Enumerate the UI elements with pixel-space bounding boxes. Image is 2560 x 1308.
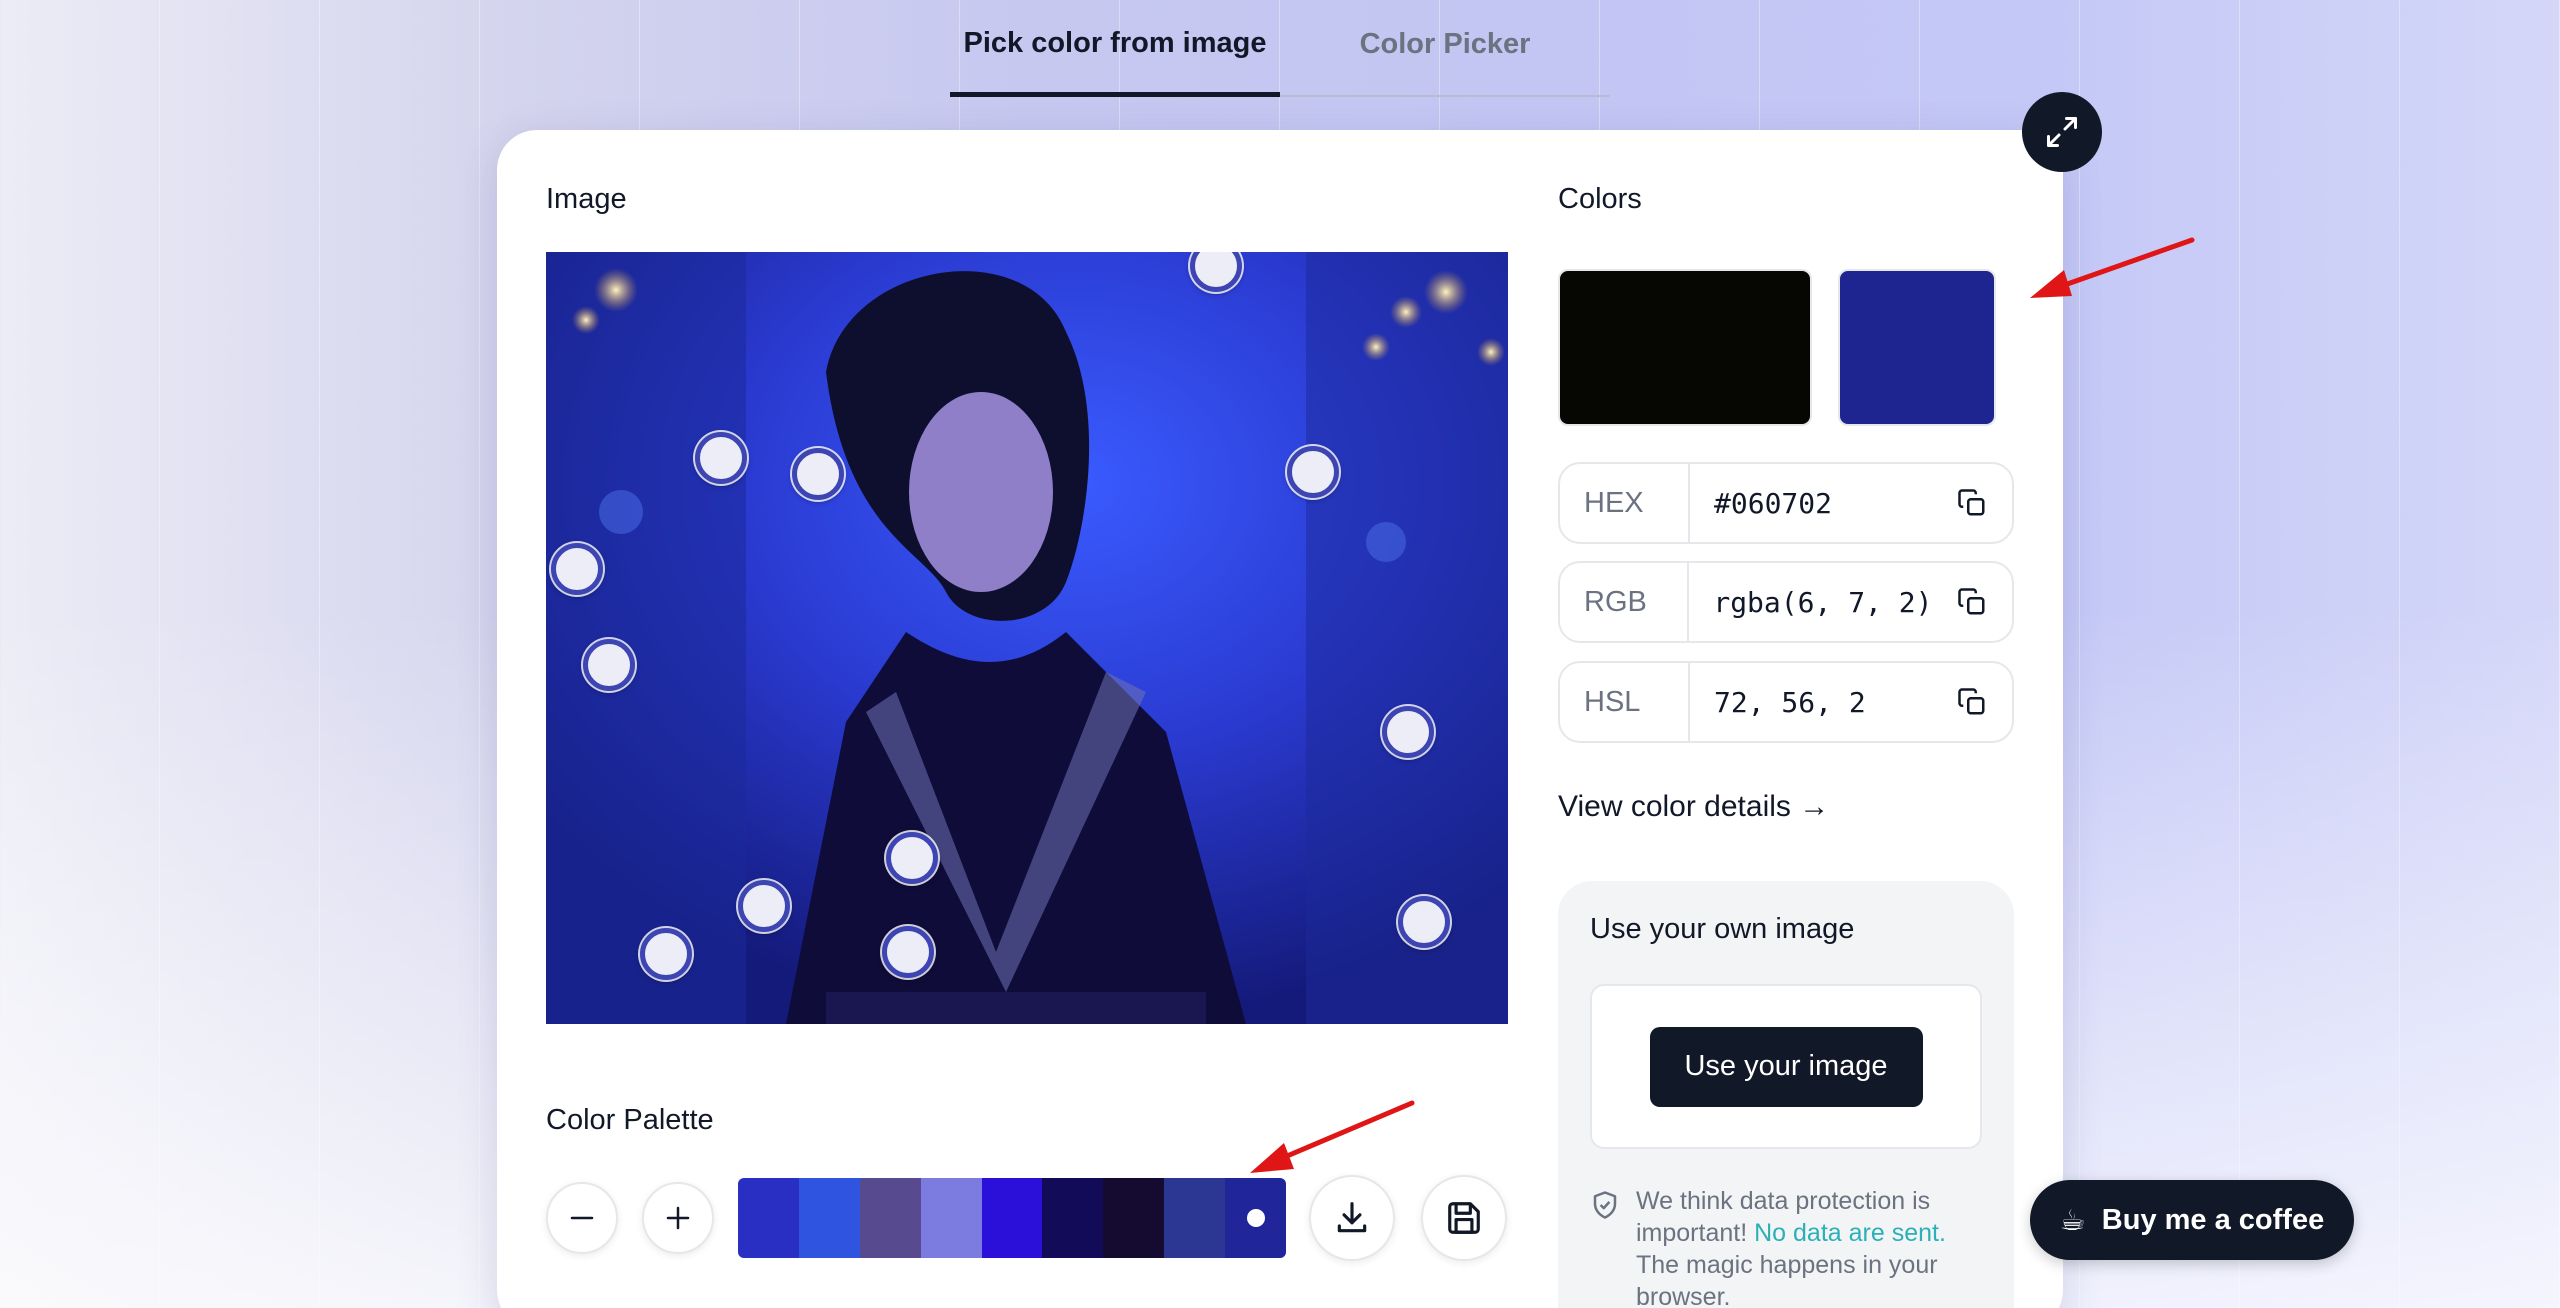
palette-swatch[interactable] (859, 1178, 921, 1258)
palette-swatch[interactable] (920, 1178, 982, 1258)
image-drop-zone[interactable]: Use your image (1590, 984, 1982, 1149)
coffee-icon: ☕ (2059, 1204, 2086, 1237)
copy-icon (1958, 588, 1985, 615)
color-palette (738, 1178, 1286, 1258)
rgb-label: RGB (1560, 563, 1690, 641)
palette-swatch[interactable] (798, 1178, 860, 1258)
palette-swatch[interactable] (1164, 1178, 1226, 1258)
plus-icon (666, 1206, 690, 1230)
colors-section-title: Colors (1558, 183, 1642, 215)
palette-swatch[interactable] (981, 1178, 1043, 1258)
minus-icon (570, 1216, 594, 1220)
expand-icon (2047, 117, 2077, 147)
privacy-note: We think data protection is important! N… (1636, 1187, 1946, 1308)
color-picker-handle[interactable] (1398, 896, 1450, 948)
color-picker-handle[interactable] (792, 448, 844, 500)
hex-field: HEX #060702 (1558, 462, 2014, 544)
palette-swatch[interactable] (1225, 1178, 1286, 1258)
copy-rgb-button[interactable] (1933, 563, 2013, 641)
source-image-illustration (546, 252, 1508, 1024)
mode-tabs: Pick color from image Color Picker (950, 0, 1610, 97)
color-palette-title: Color Palette (546, 1104, 714, 1136)
color-picker-handle[interactable] (738, 880, 790, 932)
copy-icon (1958, 489, 1985, 516)
palette-swatch[interactable] (1103, 1178, 1165, 1258)
selected-indicator (1246, 1209, 1265, 1227)
decrease-colors-button[interactable] (546, 1182, 618, 1254)
save-icon (1448, 1202, 1480, 1234)
palette-swatch[interactable] (738, 1178, 799, 1258)
selected-color-swatch (1558, 269, 1812, 426)
hex-label: HEX (1560, 464, 1690, 542)
buy-me-a-coffee-label: Buy me a coffee (2101, 1203, 2325, 1236)
hsl-label: HSL (1560, 663, 1690, 741)
copy-hsl-button[interactable] (1932, 663, 2012, 741)
color-picker-handle[interactable] (640, 928, 692, 980)
color-picker-handle[interactable] (1287, 446, 1339, 498)
palette-swatch[interactable] (1042, 1178, 1104, 1258)
tab-pick-from-image[interactable]: Pick color from image (950, 0, 1280, 97)
view-color-details-link[interactable]: View color details → (1558, 790, 1829, 824)
copy-hex-button[interactable] (1932, 464, 2012, 542)
use-your-image-button[interactable]: Use your image (1649, 1026, 1923, 1107)
color-picker-handle[interactable] (886, 832, 938, 884)
download-icon (1337, 1202, 1367, 1233)
hover-color-swatch (1838, 269, 1996, 426)
image-section-title: Image (546, 183, 627, 215)
rgb-field: RGB rgba(6, 7, 2) (1558, 561, 2014, 643)
hsl-value[interactable]: 72, 56, 2 (1690, 663, 1932, 741)
fullscreen-button[interactable] (2022, 92, 2102, 172)
increase-colors-button[interactable] (642, 1182, 714, 1254)
color-picker-handle[interactable] (583, 639, 635, 691)
hex-value[interactable]: #060702 (1690, 464, 1932, 542)
color-picker-handle[interactable] (1382, 706, 1434, 758)
color-picker-handle[interactable] (882, 926, 934, 978)
hsl-field: HSL 72, 56, 2 (1558, 661, 2014, 743)
color-picker-handle[interactable] (695, 432, 747, 484)
rgb-value[interactable]: rgba(6, 7, 2) (1689, 563, 1932, 641)
download-palette-button[interactable] (1309, 1175, 1395, 1261)
copy-icon (1958, 688, 1985, 715)
own-image-title: Use your own image (1590, 913, 1855, 945)
buy-me-a-coffee-button[interactable]: ☕ Buy me a coffee (2030, 1180, 2354, 1260)
source-image[interactable] (546, 252, 1508, 1024)
tab-color-picker[interactable]: Color Picker (1280, 0, 1610, 95)
own-image-panel: Use your own image Use your image We thi… (1558, 881, 2014, 1308)
save-palette-button[interactable] (1421, 1175, 1507, 1261)
color-picker-handle[interactable] (551, 543, 603, 595)
shield-check-icon (1593, 1191, 1617, 1219)
